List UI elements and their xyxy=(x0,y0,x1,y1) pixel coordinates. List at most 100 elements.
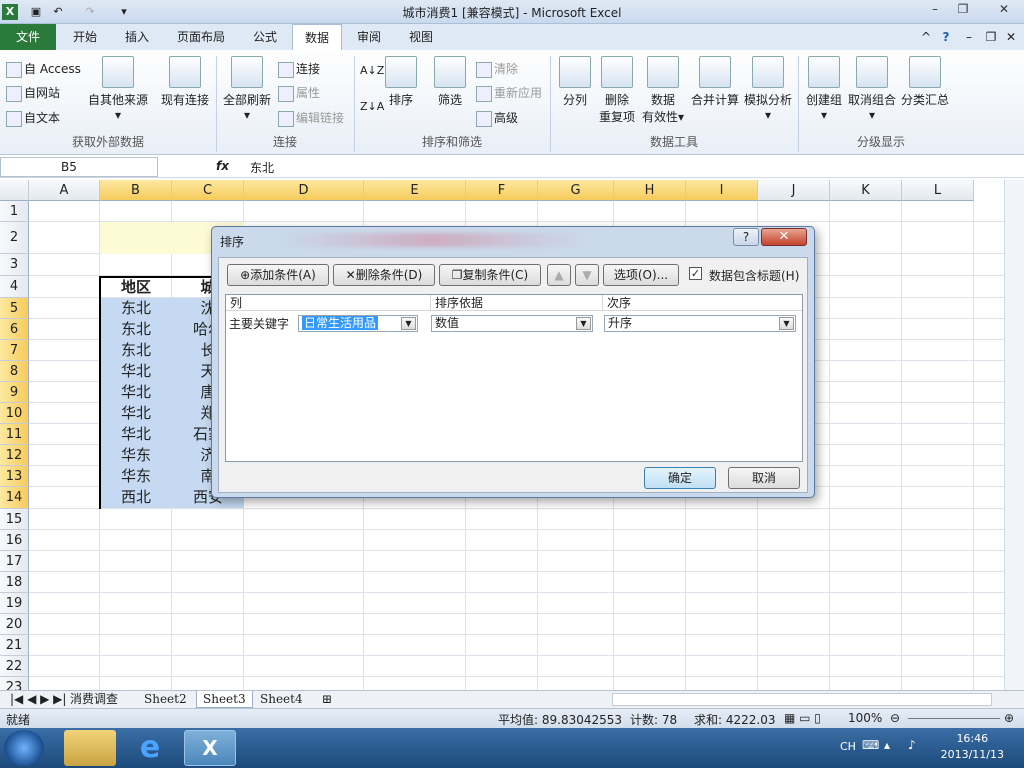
row-header-4[interactable]: 4 xyxy=(0,276,29,298)
sort-za-icon[interactable]: Z↓A xyxy=(360,100,384,113)
row-header-11[interactable]: 11 xyxy=(0,424,29,445)
sort-key-select[interactable]: 日常生活用品 ▼ xyxy=(298,315,418,332)
reapply-button[interactable]: 重新应用 xyxy=(476,84,542,102)
remove-duplicates-button[interactable]: 删除 重复项 xyxy=(598,56,636,125)
formula-input[interactable]: 东北 xyxy=(250,159,274,176)
connections-button[interactable]: 连接 xyxy=(278,60,320,78)
row-header-9[interactable]: 9 xyxy=(0,382,29,403)
options-button[interactable]: 选项(O)... xyxy=(603,264,679,286)
row-header-8[interactable]: 8 xyxy=(0,361,29,382)
restore-button[interactable]: ❐ xyxy=(948,1,978,19)
move-down-button[interactable]: ▼ xyxy=(575,264,599,286)
data-validation-button[interactable]: 数据 有效性▾ xyxy=(640,56,686,125)
cell-region[interactable]: 华北 xyxy=(100,382,172,403)
cell-region[interactable]: 西北 xyxy=(100,487,172,508)
cancel-button[interactable]: 取消 xyxy=(728,467,800,489)
subtotal-button[interactable]: 分类汇总 xyxy=(900,56,950,108)
collapse-ribbon-icon[interactable]: ^ xyxy=(920,24,932,50)
tab-insert[interactable]: 插入 xyxy=(114,24,160,50)
from-text-button[interactable]: 自文本 xyxy=(6,109,60,127)
column-header-G[interactable]: G xyxy=(538,180,614,201)
consolidate-button[interactable]: 合并计算 xyxy=(690,56,740,108)
horizontal-scrollbar[interactable] xyxy=(612,693,992,706)
row-header-19[interactable]: 19 xyxy=(0,593,29,614)
keyboard-icon[interactable]: ⌨ xyxy=(862,738,879,752)
cell-region[interactable]: 华东 xyxy=(100,466,172,487)
refresh-all-button[interactable]: 全部刷新 ▾ xyxy=(220,56,274,122)
row-header-22[interactable]: 22 xyxy=(0,656,29,677)
column-header-E[interactable]: E xyxy=(364,180,466,201)
sort-az-icon[interactable]: A↓Z xyxy=(360,64,384,77)
group-button[interactable]: 创建组 ▾ xyxy=(804,56,844,122)
cell-region[interactable]: 华东 xyxy=(100,445,172,466)
sheet-tab-3[interactable]: Sheet3 xyxy=(196,691,253,708)
column-header-I[interactable]: I xyxy=(686,180,758,201)
tab-review[interactable]: 审阅 xyxy=(346,24,392,50)
from-web-button[interactable]: 自网站 xyxy=(6,84,60,102)
tab-data[interactable]: 数据 xyxy=(292,24,342,51)
sheet-tab-2[interactable]: Sheet2 xyxy=(138,691,193,708)
zoom-out-icon[interactable]: ⊖ xyxy=(890,711,900,725)
from-access-button[interactable]: 自 Access xyxy=(6,60,81,78)
has-header-checkbox[interactable]: ✓ xyxy=(689,267,702,280)
row-header-23[interactable]: 23 xyxy=(0,677,29,690)
minimize-button[interactable]: – xyxy=(920,1,950,19)
sheet-nav-icon[interactable]: |◀ ◀ ▶ ▶| xyxy=(4,691,72,708)
vertical-scrollbar[interactable] xyxy=(1004,180,1024,690)
cell-region[interactable]: 东北 xyxy=(100,298,172,319)
row-header-1[interactable]: 1 xyxy=(0,201,29,222)
zoom-level[interactable]: 100% xyxy=(848,711,882,725)
column-header-A[interactable]: A xyxy=(29,180,100,201)
wb-close-icon[interactable]: ✕ xyxy=(1004,24,1018,50)
advanced-filter-button[interactable]: 高级 xyxy=(476,109,518,127)
wb-restore-icon[interactable]: ❐ xyxy=(984,24,998,50)
dialog-close-button[interactable]: ✕ xyxy=(761,228,807,246)
header-cell-region[interactable]: 地区 xyxy=(100,276,172,298)
lang-indicator[interactable]: CH xyxy=(840,740,856,753)
column-header-B[interactable]: B xyxy=(100,180,172,201)
sheet-tab-1[interactable]: 消费调查 xyxy=(64,691,124,708)
close-window-button[interactable]: ✕ xyxy=(986,1,1022,19)
cell-region[interactable]: 华北 xyxy=(100,403,172,424)
row-header-10[interactable]: 10 xyxy=(0,403,29,424)
column-header-K[interactable]: K xyxy=(830,180,902,201)
existing-connections-button[interactable]: 现有连接 xyxy=(158,56,212,108)
zoom-slider[interactable] xyxy=(908,718,1000,719)
column-header-C[interactable]: C xyxy=(172,180,244,201)
add-level-button[interactable]: ⊕添加条件(A) xyxy=(227,264,329,286)
row-header-3[interactable]: 3 xyxy=(0,254,29,276)
insert-sheet-icon[interactable]: ⊞ xyxy=(316,691,338,708)
ok-button[interactable]: 确定 xyxy=(644,467,716,489)
row-header-16[interactable]: 16 xyxy=(0,530,29,551)
tab-view[interactable]: 视图 xyxy=(398,24,444,50)
tab-page-layout[interactable]: 页面布局 xyxy=(170,24,232,50)
row-header-18[interactable]: 18 xyxy=(0,572,29,593)
tab-formulas[interactable]: 公式 xyxy=(242,24,288,50)
ungroup-button[interactable]: 取消组合 ▾ xyxy=(846,56,898,122)
move-up-button[interactable]: ▲ xyxy=(547,264,571,286)
zoom-in-icon[interactable]: ⊕ xyxy=(1004,711,1014,725)
row-header-6[interactable]: 6 xyxy=(0,319,29,340)
column-header-J[interactable]: J xyxy=(758,180,830,201)
row-header-17[interactable]: 17 xyxy=(0,551,29,572)
row-header-7[interactable]: 7 xyxy=(0,340,29,361)
properties-button[interactable]: 属性 xyxy=(278,84,320,102)
column-header-D[interactable]: D xyxy=(244,180,364,201)
dialog-help-button[interactable]: ? xyxy=(733,228,759,246)
excel-taskbar-icon[interactable]: X xyxy=(184,730,236,766)
other-sources-button[interactable]: 自其他来源 ▾ xyxy=(86,56,150,122)
filter-button[interactable]: 筛选 xyxy=(432,56,468,108)
help-icon[interactable]: ? xyxy=(936,24,956,50)
delete-level-button[interactable]: ✕删除条件(D) xyxy=(333,264,435,286)
cell-region[interactable]: 华北 xyxy=(100,424,172,445)
sort-button[interactable]: 排序 xyxy=(384,56,418,108)
column-header-L[interactable]: L xyxy=(902,180,974,201)
explorer-icon[interactable] xyxy=(64,730,116,766)
clock[interactable]: 16:46 2013/11/13 xyxy=(941,731,1004,763)
wb-minimize-icon[interactable]: – xyxy=(962,24,976,50)
sort-on-select[interactable]: 数值 ▼ xyxy=(431,315,593,332)
copy-level-button[interactable]: ❐复制条件(C) xyxy=(439,264,541,286)
row-header-13[interactable]: 13 xyxy=(0,466,29,487)
select-all-corner[interactable] xyxy=(0,180,29,201)
order-select[interactable]: 升序 ▼ xyxy=(604,315,796,332)
